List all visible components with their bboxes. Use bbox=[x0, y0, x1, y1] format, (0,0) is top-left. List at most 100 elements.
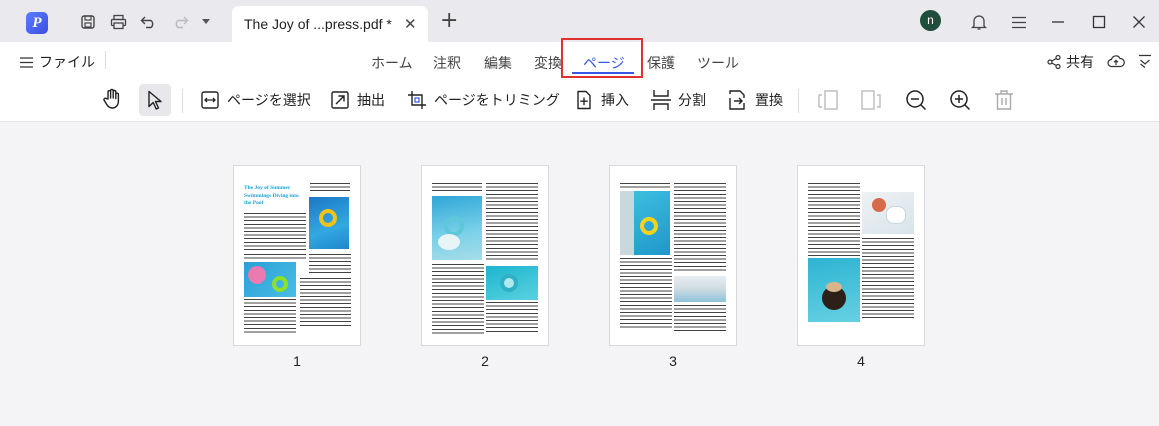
rotate-left-button bbox=[817, 89, 839, 111]
crop-page-button[interactable]: ページをトリミング bbox=[406, 89, 560, 111]
save-icon[interactable] bbox=[78, 12, 98, 32]
tab-close-icon[interactable]: ✕ bbox=[404, 15, 417, 33]
share-label: 共有 bbox=[1066, 55, 1094, 71]
extract-button[interactable]: 抽出 bbox=[329, 89, 385, 111]
text-block bbox=[432, 264, 484, 334]
text-block bbox=[244, 213, 306, 251]
share-button[interactable]: 共有 bbox=[1046, 52, 1094, 72]
rotate-right-button bbox=[860, 89, 882, 111]
pool-image bbox=[620, 191, 670, 255]
split-label: 分割 bbox=[678, 93, 706, 109]
zoom-in-icon bbox=[949, 89, 971, 111]
tab-tools[interactable]: ツール bbox=[697, 53, 739, 73]
zoom-in-button[interactable] bbox=[949, 89, 971, 111]
tab-convert[interactable]: 変換 bbox=[534, 53, 562, 73]
tab-edit[interactable]: 編集 bbox=[484, 53, 512, 73]
crop-icon bbox=[406, 89, 428, 111]
delete-button bbox=[993, 89, 1015, 111]
select-tool[interactable] bbox=[139, 84, 171, 116]
cloud-upload-icon[interactable] bbox=[1106, 51, 1126, 71]
text-block bbox=[486, 302, 538, 334]
collapse-ribbon-icon[interactable] bbox=[1135, 51, 1155, 71]
dropdown-icon[interactable] bbox=[199, 12, 213, 32]
hamburger-icon[interactable] bbox=[1009, 12, 1029, 32]
page-toolbar: ページを選択 抽出 ページをトリミング 挿入 分割 置換 bbox=[0, 79, 1159, 122]
hand-tool[interactable] bbox=[101, 88, 123, 110]
new-tab-icon[interactable]: + bbox=[440, 10, 458, 32]
crop-page-label: ページをトリミング bbox=[434, 93, 560, 109]
page-heading: The Joy of Summer Swimmings Diving into … bbox=[244, 185, 299, 206]
replace-icon bbox=[727, 89, 749, 111]
select-page-label: ページを選択 bbox=[227, 93, 311, 109]
pool-image bbox=[244, 262, 296, 297]
minimize-icon[interactable] bbox=[1048, 12, 1068, 32]
pool-image bbox=[674, 276, 726, 302]
tab-protect[interactable]: 保護 bbox=[647, 53, 675, 73]
maximize-icon[interactable] bbox=[1089, 12, 1109, 32]
split-icon bbox=[650, 89, 672, 111]
insert-icon bbox=[573, 89, 595, 111]
trash-icon bbox=[993, 89, 1015, 111]
bell-icon[interactable] bbox=[969, 12, 989, 32]
hand-icon bbox=[101, 88, 123, 110]
text-block bbox=[244, 254, 306, 260]
page-thumbnail-4[interactable] bbox=[797, 165, 925, 346]
document-tab[interactable]: The Joy of ...press.pdf * ✕ bbox=[232, 6, 428, 42]
page-number: 2 bbox=[481, 353, 489, 369]
tab-home[interactable]: ホーム bbox=[371, 53, 413, 73]
text-block bbox=[674, 183, 726, 273]
pool-image bbox=[486, 266, 538, 300]
replace-button[interactable]: 置換 bbox=[727, 89, 783, 111]
tab-annotate[interactable]: 注釈 bbox=[433, 53, 461, 73]
page-number: 3 bbox=[669, 353, 677, 369]
insert-label: 挿入 bbox=[601, 93, 629, 109]
title-bar: P The Joy of ...press.pdf * ✕ + n bbox=[0, 0, 1159, 42]
print-icon[interactable] bbox=[108, 12, 128, 32]
text-block bbox=[309, 254, 351, 274]
file-menu[interactable]: ファイル bbox=[20, 52, 95, 72]
file-menu-label: ファイル bbox=[39, 55, 95, 71]
menu-divider bbox=[105, 51, 106, 69]
app-logo[interactable]: P bbox=[26, 12, 48, 34]
toolbar-divider bbox=[182, 89, 183, 113]
text-block bbox=[862, 238, 914, 318]
select-page-button[interactable]: ページを選択 bbox=[199, 89, 311, 111]
close-icon[interactable] bbox=[1129, 12, 1149, 32]
split-button[interactable]: 分割 bbox=[650, 89, 706, 111]
cursor-icon bbox=[148, 90, 162, 110]
page-thumbnail-3[interactable] bbox=[609, 165, 737, 346]
rotate-left-icon bbox=[817, 89, 839, 111]
zoom-out-icon bbox=[905, 89, 927, 111]
pool-image bbox=[862, 192, 914, 234]
extract-icon bbox=[329, 89, 351, 111]
avatar[interactable]: n bbox=[920, 10, 941, 31]
select-page-icon bbox=[199, 89, 221, 111]
page-number: 1 bbox=[293, 353, 301, 369]
undo-icon[interactable] bbox=[139, 12, 159, 32]
pool-image bbox=[309, 197, 349, 249]
text-block bbox=[300, 278, 351, 328]
toolbar-divider bbox=[798, 89, 799, 113]
page-number: 4 bbox=[857, 353, 865, 369]
document-tab-title: The Joy of ...press.pdf * bbox=[244, 16, 392, 32]
page-thumbnail-2[interactable] bbox=[421, 165, 549, 346]
text-block bbox=[486, 183, 538, 261]
text-block bbox=[674, 305, 726, 333]
zoom-out-button[interactable] bbox=[905, 89, 927, 111]
text-block bbox=[310, 183, 350, 193]
pool-image bbox=[808, 258, 860, 322]
page-thumbnail-1[interactable]: The Joy of Summer Swimmings Diving into … bbox=[233, 165, 361, 346]
text-block bbox=[620, 258, 672, 330]
text-block bbox=[620, 183, 670, 189]
page-tab-highlight bbox=[561, 38, 643, 78]
pool-image bbox=[432, 196, 482, 260]
extract-label: 抽出 bbox=[357, 93, 385, 109]
text-block bbox=[244, 299, 296, 335]
share-icon bbox=[1047, 54, 1061, 70]
rotate-right-icon bbox=[860, 89, 882, 111]
replace-label: 置換 bbox=[755, 93, 783, 109]
insert-button[interactable]: 挿入 bbox=[573, 89, 629, 111]
redo-icon bbox=[170, 12, 190, 32]
text-block bbox=[432, 183, 482, 193]
hamburger-icon bbox=[20, 56, 33, 68]
